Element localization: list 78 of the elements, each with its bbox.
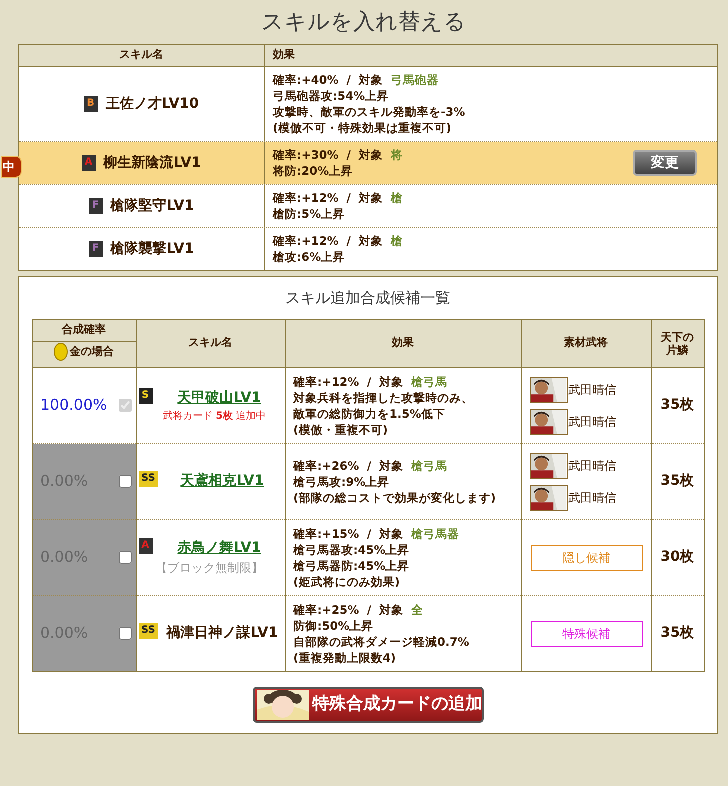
- coin-icon: [54, 342, 68, 361]
- skill-link[interactable]: 赤鳥ノ舞LV1: [178, 538, 262, 559]
- general-name: 武田晴信: [568, 490, 616, 506]
- effect-target: 将: [390, 147, 403, 163]
- rank-badge: F: [88, 241, 103, 257]
- candidate-button[interactable]: 特殊候補: [530, 620, 642, 646]
- column-header: 効果: [272, 47, 296, 64]
- skill-link[interactable]: 天鳶相克LV1: [180, 471, 264, 492]
- effect-target: 全: [411, 602, 424, 618]
- effect-rate: 確率:+26% / 対象: [294, 458, 404, 474]
- effect-text: 槍弓馬器攻:45%上昇: [294, 542, 411, 558]
- probability: 100.00%: [40, 395, 108, 416]
- effect-text: 槍防:5%上昇: [273, 206, 346, 222]
- effect-text: (重複発動上限数4): [294, 650, 398, 666]
- effect-text: (部隊の総コストで効果が変化します): [294, 490, 498, 506]
- column-header: 素材武将: [521, 320, 651, 368]
- page-title: スキルを入れ替える: [262, 8, 466, 36]
- effect-text: (模倣・重複不可): [294, 422, 390, 438]
- rank-badge: F: [88, 198, 103, 214]
- pieces-count: 30枚: [651, 520, 704, 596]
- rank-badge: S: [138, 388, 152, 404]
- column-header: スキル名: [19, 45, 265, 66]
- pieces-count: 35枚: [651, 368, 704, 444]
- effect-text: 槍弓馬器防:45%上昇: [294, 558, 411, 574]
- table-cell[interactable]: A 柳生新陰流LV1: [19, 142, 265, 184]
- panel-title: スキル追加合成候補一覧: [286, 288, 450, 309]
- column-header: 効果: [285, 320, 521, 368]
- effect-rate: 確率:+12% / 対象: [273, 233, 383, 249]
- effect-rate: 確率:+40% / 対象: [273, 72, 383, 88]
- effect-target: 槍: [390, 233, 403, 249]
- skill-name: 禍津日神ノ謀LV1: [166, 624, 278, 643]
- skill-name: 槍隊堅守LV1: [110, 196, 194, 216]
- skill-note: 【ブロック無制限】: [156, 560, 264, 577]
- current-tag: 中: [1, 156, 22, 178]
- effect-text: 将防:20%上昇: [273, 163, 354, 179]
- effect-rate: 確率:+12% / 対象: [294, 374, 404, 390]
- effect-text: 攻撃時、敵軍のスキル発動率を-3%: [273, 104, 466, 120]
- pieces-count: 35枚: [651, 596, 704, 672]
- effect-text: (姫武将にのみ効果): [294, 574, 402, 590]
- effect-target: 弓馬砲器: [390, 72, 439, 88]
- effect-text: 対象兵科を指揮した攻撃時のみ、: [294, 390, 474, 406]
- rank-badge: SS: [138, 623, 158, 639]
- effect-target: 槍弓馬: [411, 458, 448, 474]
- general-name: 武田晴信: [568, 458, 616, 474]
- column-header: 天下の片鱗: [651, 320, 704, 368]
- add-card-button[interactable]: 特殊合成カードの追加: [252, 687, 484, 723]
- effect-text: 自部隊の武将ダメージ軽減0.7%: [294, 634, 470, 650]
- effect-target: 槍弓馬器: [411, 526, 460, 542]
- skill-name: 槍隊襲撃LV1: [110, 240, 194, 258]
- effect-text: 槍攻:6%上昇: [273, 249, 346, 265]
- effect-text: 敵軍の総防御力を1.5%低下: [294, 406, 446, 422]
- general-name: 武田晴信: [568, 414, 616, 430]
- effect-target: 槍弓馬: [411, 374, 448, 390]
- effect-rate: 確率:+15% / 対象: [294, 526, 404, 542]
- effect-text: 防御:50%上昇: [294, 618, 375, 634]
- rank-badge: B: [84, 96, 98, 112]
- column-header: スキル名: [136, 320, 285, 368]
- pieces-count: 35枚: [651, 444, 704, 520]
- checkbox[interactable]: [118, 475, 132, 488]
- rank-badge: SS: [138, 471, 158, 487]
- change-button[interactable]: 変更: [633, 150, 697, 176]
- rank-badge: A: [138, 538, 152, 554]
- checkbox[interactable]: [118, 551, 132, 564]
- effect-target: 槍: [390, 190, 403, 206]
- skill-name: 柳生新陰流LV1: [104, 154, 202, 172]
- skill-note: 武将カード 5枚 追加中: [162, 410, 266, 424]
- skill-name: 王佐ノ才LV10: [106, 94, 200, 114]
- effect-rate: 確率:+30% / 対象: [273, 147, 383, 163]
- effect-text: 槍弓馬攻:9%上昇: [294, 474, 391, 490]
- column-header: 合成確率: [32, 320, 136, 342]
- checkbox[interactable]: [118, 627, 132, 640]
- effect-text: 弓馬砲器攻:54%上昇: [273, 88, 390, 104]
- effect-rate: 確率:+25% / 対象: [294, 602, 404, 618]
- rank-badge: A: [82, 155, 96, 171]
- general-name: 武田晴信: [568, 382, 616, 398]
- column-header: 金の場合: [70, 344, 114, 360]
- effect-rate: 確率:+12% / 対象: [273, 190, 383, 206]
- effect-text: (模倣不可・特殊効果は重複不可): [273, 120, 453, 136]
